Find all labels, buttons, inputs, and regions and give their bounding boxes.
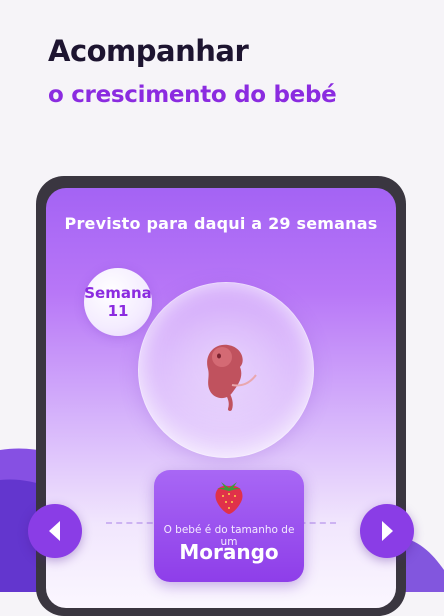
pregnancy-screen: Previsto para daqui a 29 semanas Semana …: [46, 188, 396, 608]
next-week-button[interactable]: [360, 504, 414, 558]
chevron-left-icon: [49, 521, 60, 541]
fruit-size-card[interactable]: O bebé é do tamanho de um Morango: [154, 470, 304, 582]
week-label: Semana: [84, 284, 152, 302]
previous-week-button[interactable]: [28, 504, 82, 558]
tablet-frame: Previsto para daqui a 29 semanas Semana …: [36, 176, 406, 616]
page-subtitle: o crescimento do bebé: [48, 82, 337, 108]
due-date-text: Previsto para daqui a 29 semanas: [64, 214, 378, 233]
chevron-right-icon: [382, 521, 393, 541]
strawberry-icon: [215, 482, 243, 514]
week-badge: Semana 11: [84, 268, 152, 336]
page-title: Acompanhar: [48, 34, 249, 68]
womb-bubble: [138, 282, 314, 458]
fruit-name: Morango: [179, 540, 279, 564]
week-number: 11: [107, 302, 129, 320]
embryo-icon: [207, 344, 257, 411]
